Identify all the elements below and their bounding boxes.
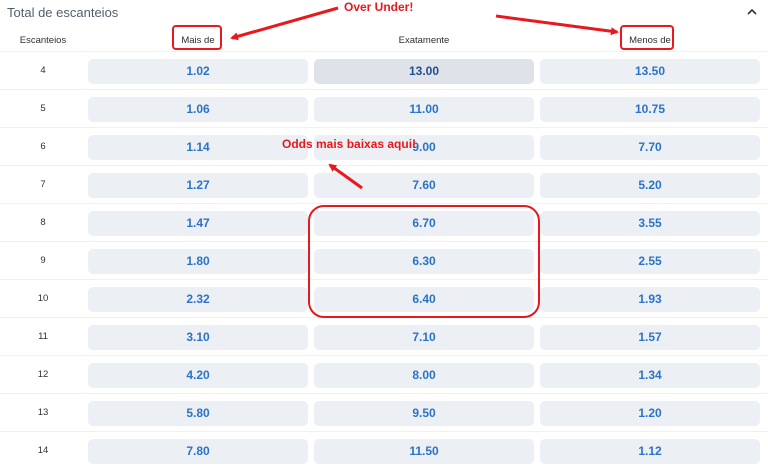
corner-count-label: 8	[40, 217, 46, 228]
odd-button-mais-de[interactable]: 2.32	[88, 287, 308, 312]
annotation-over-under: Over Under!	[344, 0, 414, 14]
odd-button-mais-de[interactable]: 1.80	[88, 249, 308, 274]
corner-count-label: 10	[37, 293, 49, 304]
odd-button-mais-de[interactable]: 1.27	[88, 173, 308, 198]
odd-button-menos-de[interactable]: 2.55	[540, 249, 760, 274]
odd-button-menos-de[interactable]: 5.20	[540, 173, 760, 198]
odd-button-menos-de[interactable]: 10.75	[540, 97, 760, 122]
odd-button-exatamente[interactable]: 7.10	[314, 325, 534, 350]
odd-button-mais-de[interactable]: 1.14	[88, 135, 308, 160]
odd-button-menos-de[interactable]: 1.12	[540, 439, 760, 464]
chevron-up-icon[interactable]	[744, 4, 760, 20]
corner-count-label: 13	[37, 407, 49, 418]
odd-button-menos-de[interactable]: 13.50	[540, 59, 760, 84]
table-row: 5 1.06 11.00 10.75	[0, 89, 768, 127]
table-row: 14 7.80 11.50 1.12	[0, 431, 768, 469]
odd-button-exatamente[interactable]: 8.00	[314, 363, 534, 388]
corner-count-label: 6	[40, 141, 46, 152]
annotation-odds-low: Odds mais baixas aqui!	[282, 137, 417, 151]
column-header-escanteios: Escanteios	[19, 35, 67, 46]
odd-button-menos-de[interactable]: 7.70	[540, 135, 760, 160]
odd-button-mais-de[interactable]: 1.02	[88, 59, 308, 84]
panel-title: Total de escanteios	[7, 5, 119, 20]
table-row: 12 4.20 8.00 1.34	[0, 355, 768, 393]
odd-button-exatamente[interactable]: 11.50	[314, 439, 534, 464]
odd-button-menos-de[interactable]: 1.93	[540, 287, 760, 312]
odd-button-mais-de[interactable]: 4.20	[88, 363, 308, 388]
table-row: 13 5.80 9.50 1.20	[0, 393, 768, 431]
corner-count-label: 14	[37, 445, 49, 456]
highlight-box-menos-de	[620, 25, 674, 50]
odd-button-menos-de[interactable]: 1.20	[540, 401, 760, 426]
corner-count-label: 5	[40, 103, 46, 114]
highlight-box-lowest-exact-odds	[308, 205, 540, 318]
corner-count-label: 7	[40, 179, 46, 190]
corner-count-label: 4	[40, 65, 46, 76]
highlight-box-mais-de	[172, 25, 222, 50]
odd-button-exatamente[interactable]: 13.00	[314, 59, 534, 84]
odd-button-exatamente[interactable]: 7.60	[314, 173, 534, 198]
table-row: 4 1.02 13.00 13.50	[0, 51, 768, 89]
odd-button-mais-de[interactable]: 3.10	[88, 325, 308, 350]
corner-count-label: 11	[38, 331, 48, 342]
odd-button-menos-de[interactable]: 1.34	[540, 363, 760, 388]
odd-button-mais-de[interactable]: 5.80	[88, 401, 308, 426]
odd-button-exatamente[interactable]: 9.50	[314, 401, 534, 426]
odd-button-mais-de[interactable]: 1.06	[88, 97, 308, 122]
corner-count-label: 9	[40, 255, 46, 266]
column-header-exatamente: Exatamente	[398, 35, 450, 46]
odd-button-exatamente[interactable]: 11.00	[314, 97, 534, 122]
odd-button-mais-de[interactable]: 7.80	[88, 439, 308, 464]
corner-count-label: 12	[37, 369, 49, 380]
table-row: 11 3.10 7.10 1.57	[0, 317, 768, 355]
odd-button-mais-de[interactable]: 1.47	[88, 211, 308, 236]
table-row: 7 1.27 7.60 5.20	[0, 165, 768, 203]
odd-button-menos-de[interactable]: 1.57	[540, 325, 760, 350]
odd-button-menos-de[interactable]: 3.55	[540, 211, 760, 236]
